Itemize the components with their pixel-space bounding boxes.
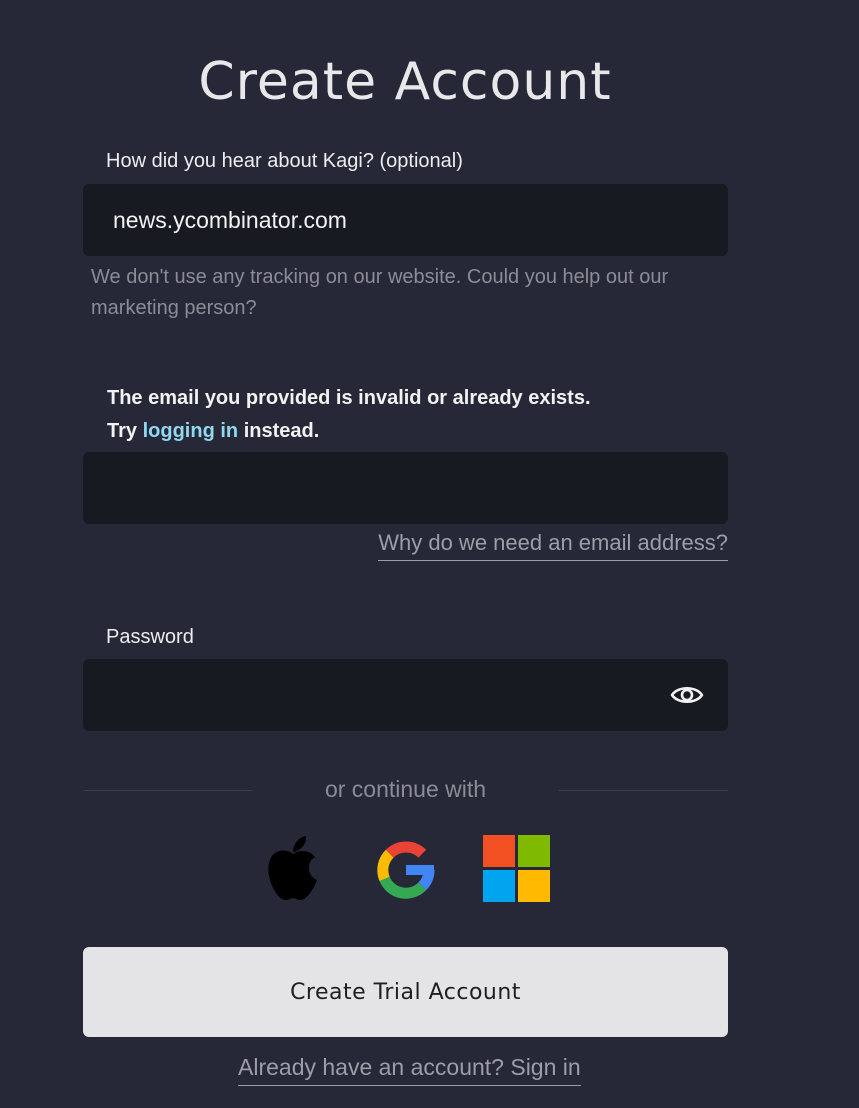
referral-field-container — [83, 184, 728, 256]
signin-link[interactable]: Already have an account? Sign in — [238, 1054, 581, 1086]
referral-hint: We don't use any tracking on our website… — [91, 266, 669, 319]
password-label: Password — [106, 626, 194, 648]
create-trial-account-button[interactable]: Create Trial Account — [83, 947, 728, 1037]
page-title: Create Account — [198, 52, 612, 112]
create-account-page: Create Account How did you hear about Ka… — [0, 0, 859, 1108]
apple-signin-button[interactable] — [262, 832, 328, 904]
login-link[interactable]: logging in — [143, 420, 239, 442]
email-error-message: The email you provided is invalid or alr… — [107, 382, 591, 448]
google-signin-button[interactable] — [372, 836, 440, 904]
sso-divider: or continue with — [83, 776, 728, 806]
password-input[interactable] — [83, 659, 653, 731]
email-field-container — [83, 452, 728, 524]
referral-label: How did you hear about Kagi? (optional) — [106, 150, 463, 172]
apple-icon — [262, 836, 324, 908]
email-error-line1: The email you provided is invalid or alr… — [107, 387, 591, 409]
eye-icon[interactable] — [670, 683, 704, 707]
referral-input[interactable] — [83, 184, 673, 256]
email-error-after: instead. — [243, 420, 320, 442]
email-help-link[interactable]: Why do we need an email address? — [378, 530, 728, 561]
password-field-container — [83, 659, 728, 731]
email-error-try: Try — [107, 420, 138, 442]
email-error-line2: Try logging in instead. — [107, 415, 591, 448]
email-input[interactable] — [83, 452, 673, 524]
sso-divider-text: or continue with — [324, 776, 487, 802]
microsoft-signin-button[interactable] — [483, 835, 551, 903]
google-icon — [372, 841, 440, 908]
microsoft-icon — [483, 835, 551, 907]
